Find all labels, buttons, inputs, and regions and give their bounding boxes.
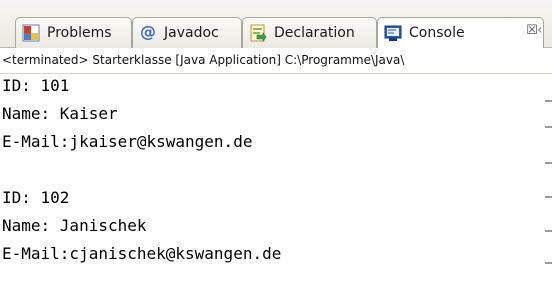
problems-icon [22, 24, 40, 42]
console-line: Name: Kaiser [2, 104, 118, 123]
console-view: Problems @ Javadoc Declaration Console ☒… [0, 0, 552, 295]
chevron-right-icon[interactable]: ‹ [537, 22, 552, 42]
tab-javadoc-label: Javadoc [164, 25, 219, 41]
tab-javadoc[interactable]: @ Javadoc [132, 17, 242, 48]
overview-marker [545, 126, 552, 128]
declaration-icon [249, 24, 267, 42]
tab-problems[interactable]: Problems [15, 17, 132, 48]
at-sign-icon: @ [140, 22, 156, 41]
console-line: E-Mail:cjanischek@kswangen.de [2, 244, 282, 263]
tab-declaration[interactable]: Declaration [242, 17, 377, 48]
overview-marker [545, 230, 552, 232]
console-line: Name: Janischek [2, 216, 147, 235]
console-line: ID: 101 [2, 76, 70, 95]
console-status-line: <terminated> Starterklasse [Java Applica… [0, 48, 552, 74]
tab-console[interactable]: Console ☒ [377, 17, 544, 49]
tab-console-label: Console [409, 25, 465, 41]
console-line: ID: 102 [2, 188, 70, 207]
overview-marker [545, 162, 552, 164]
overview-marker [545, 100, 552, 102]
view-tab-bar: Problems @ Javadoc Declaration Console ☒… [0, 0, 552, 49]
tab-problems-label: Problems [47, 25, 112, 41]
console-output[interactable]: ID: 101 Name: Kaiser E-Mail:jkaiser@kswa… [0, 76, 540, 295]
console-line: E-Mail:jkaiser@kswangen.de [2, 132, 253, 151]
overview-marker [545, 262, 552, 264]
overview-marker [545, 196, 552, 198]
tab-declaration-label: Declaration [274, 25, 355, 41]
console-icon [384, 24, 402, 42]
